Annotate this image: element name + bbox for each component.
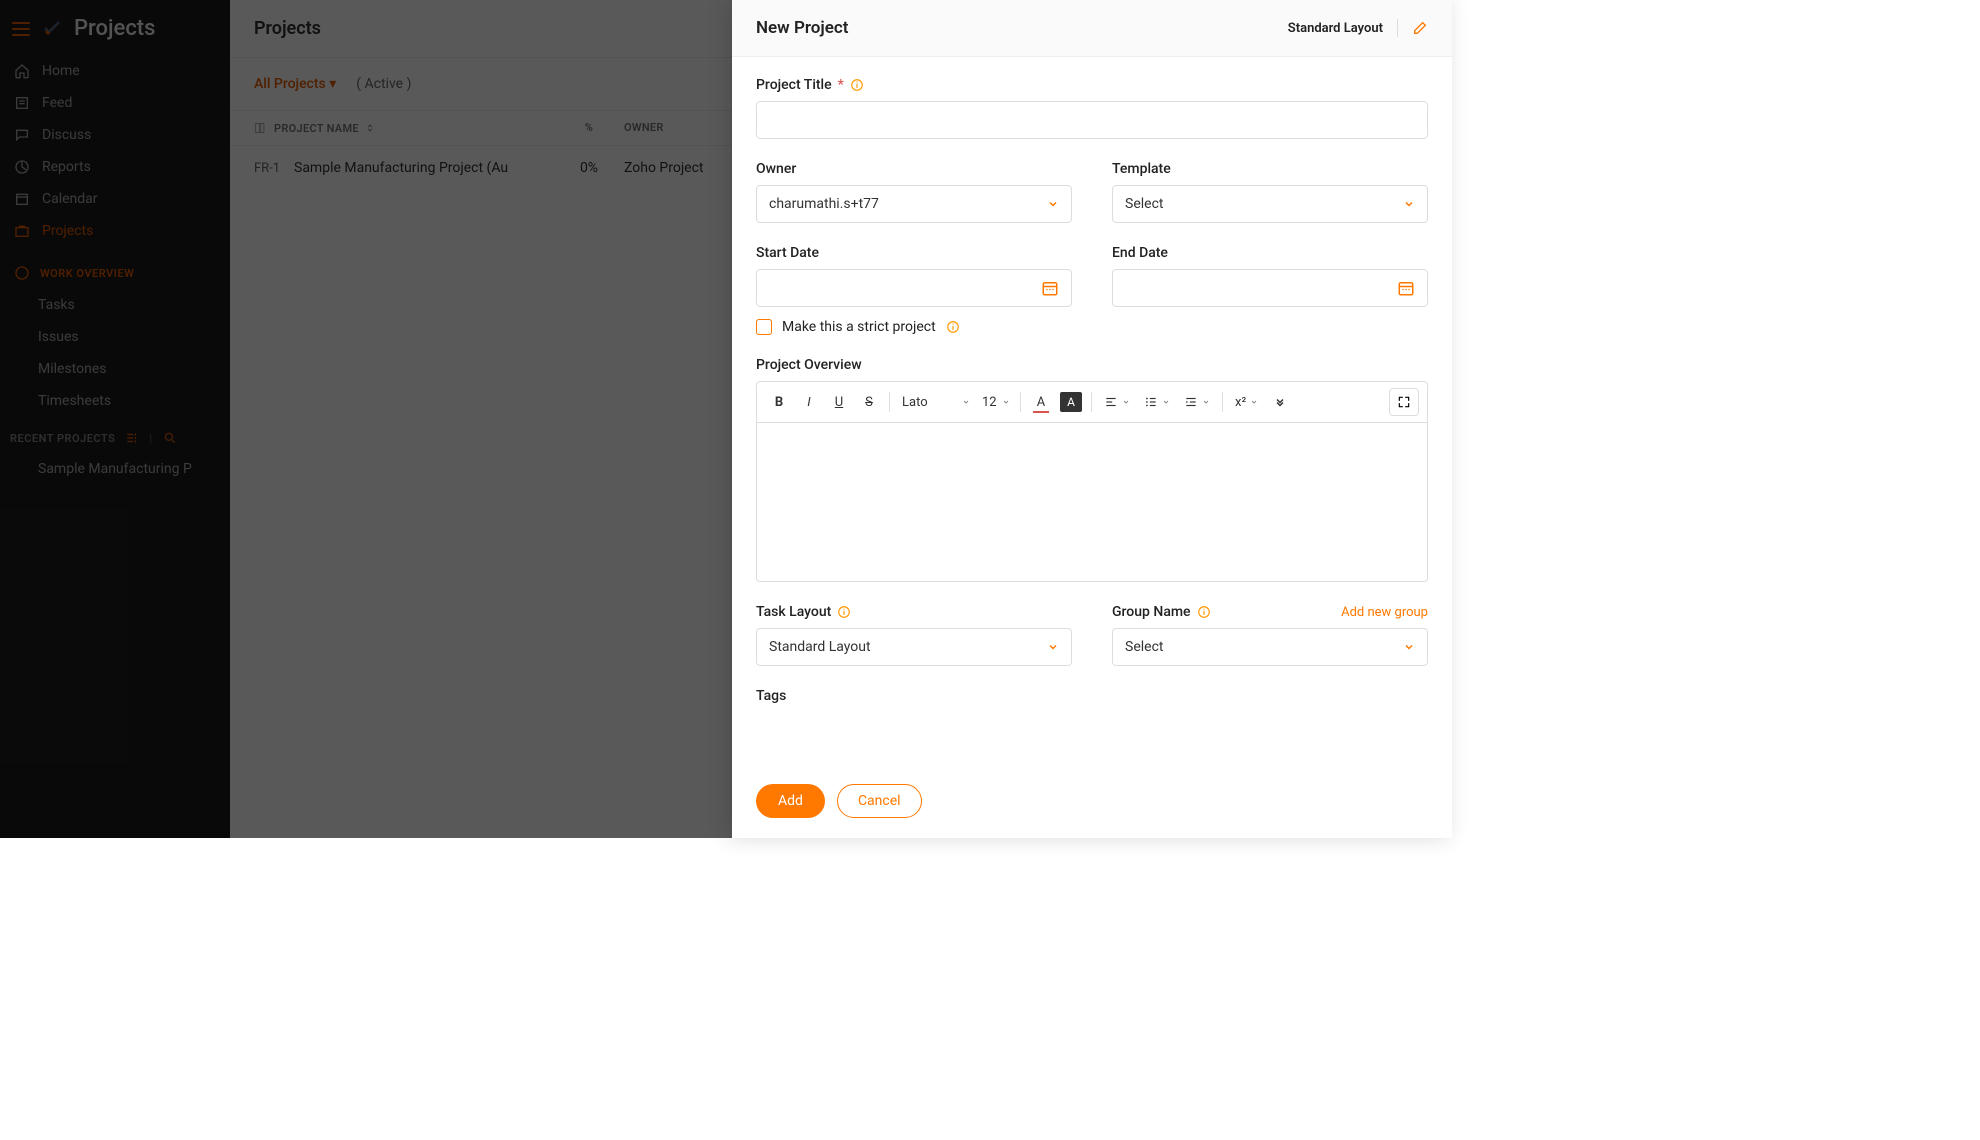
project-title-input[interactable] [756, 101, 1428, 139]
indent-button[interactable] [1178, 388, 1216, 416]
edit-layout-icon[interactable] [1412, 20, 1428, 36]
indent-icon [1184, 395, 1198, 409]
chevron-down-icon [1047, 641, 1059, 653]
chevron-down-icon [962, 398, 970, 406]
label-owner: Owner [756, 161, 1072, 177]
overview-textarea[interactable] [756, 422, 1428, 582]
task-layout-value: Standard Layout [769, 639, 871, 655]
start-date-input[interactable] [756, 269, 1072, 307]
expand-button[interactable] [1389, 388, 1419, 416]
template-value: Select [1125, 196, 1163, 212]
modal-header: New Project Standard Layout [732, 0, 1452, 57]
font-select[interactable]: Lato [896, 388, 976, 416]
cancel-button[interactable]: Cancel [837, 784, 922, 818]
info-icon[interactable] [1197, 605, 1211, 619]
modal-body: Project Title* Owner charumathi.s+t77 Te… [732, 57, 1452, 772]
list-button[interactable] [1138, 388, 1176, 416]
more-button[interactable] [1266, 388, 1294, 416]
label-start-date: Start Date [756, 245, 1072, 261]
bold-button[interactable]: B [765, 388, 793, 416]
info-icon[interactable] [850, 78, 864, 92]
label-end-date: End Date [1112, 245, 1428, 261]
info-icon[interactable] [837, 605, 851, 619]
template-select[interactable]: Select [1112, 185, 1428, 223]
more-icon [1274, 396, 1286, 408]
superscript-button[interactable]: x² [1229, 388, 1264, 416]
label-tags: Tags [756, 688, 1428, 704]
label-task-layout: Task Layout [756, 604, 1072, 620]
label-overview: Project Overview [756, 357, 1428, 373]
chevron-down-icon [1202, 398, 1210, 406]
info-icon[interactable] [946, 320, 960, 334]
owner-select[interactable]: charumathi.s+t77 [756, 185, 1072, 223]
group-name-value: Select [1125, 639, 1163, 655]
task-layout-select[interactable]: Standard Layout [756, 628, 1072, 666]
separator [889, 392, 890, 412]
chevron-down-icon [1250, 398, 1258, 406]
add-button[interactable]: Add [756, 784, 825, 818]
label-group-name: Group Name [1112, 604, 1211, 620]
chevron-down-icon [1403, 198, 1415, 210]
chevron-down-icon [1403, 641, 1415, 653]
bg-color-button[interactable]: A [1057, 388, 1085, 416]
owner-value: charumathi.s+t77 [769, 196, 879, 212]
group-name-select[interactable]: Select [1112, 628, 1428, 666]
strict-label: Make this a strict project [782, 319, 936, 335]
modal-title: New Project [756, 18, 848, 38]
add-group-link[interactable]: Add new group [1341, 605, 1428, 620]
chevron-down-icon [1002, 398, 1010, 406]
label-project-title: Project Title* [756, 77, 1428, 93]
strict-checkbox-row[interactable]: Make this a strict project [756, 319, 1428, 335]
layout-name[interactable]: Standard Layout [1288, 21, 1383, 36]
list-icon [1144, 395, 1158, 409]
modal-footer: Add Cancel [732, 772, 1452, 838]
label-template: Template [1112, 161, 1428, 177]
new-project-modal: New Project Standard Layout Project Titl… [732, 0, 1452, 838]
rte-toolbar: B I U S Lato 12 A A x² [756, 381, 1428, 422]
chevron-down-icon [1047, 198, 1059, 210]
align-button[interactable] [1098, 388, 1136, 416]
calendar-icon [1397, 279, 1415, 297]
align-icon [1104, 395, 1118, 409]
underline-button[interactable]: U [825, 388, 853, 416]
calendar-icon [1041, 279, 1059, 297]
end-date-input[interactable] [1112, 269, 1428, 307]
italic-button[interactable]: I [795, 388, 823, 416]
expand-icon [1397, 395, 1411, 409]
chevron-down-icon [1122, 398, 1130, 406]
separator [1222, 392, 1223, 412]
text-color-button[interactable]: A [1027, 388, 1055, 416]
strict-checkbox[interactable] [756, 319, 772, 335]
separator [1091, 392, 1092, 412]
separator [1020, 392, 1021, 412]
chevron-down-icon [1162, 398, 1170, 406]
strike-button[interactable]: S [855, 388, 883, 416]
separator [1397, 19, 1398, 37]
size-select[interactable]: 12 [978, 388, 1014, 416]
